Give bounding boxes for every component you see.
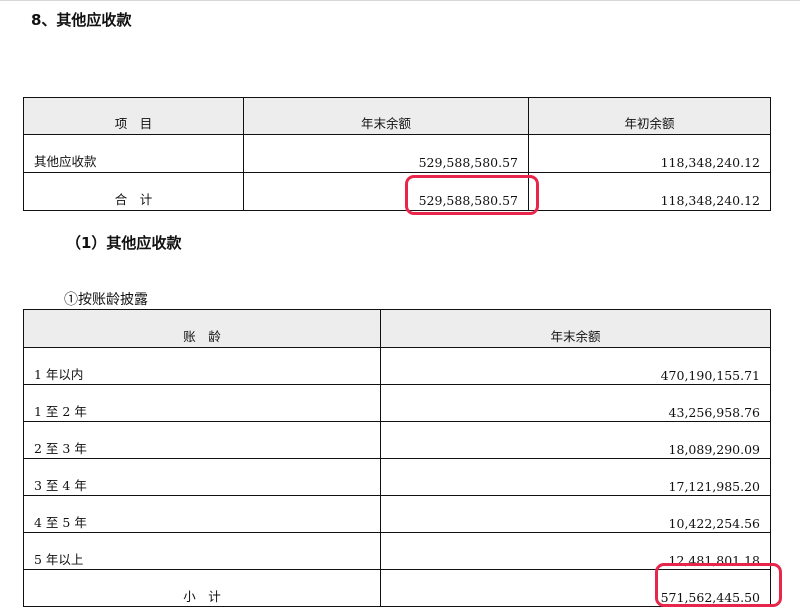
aging-caption: ①按账龄披露 bbox=[64, 292, 148, 308]
year-begin-value: 118,348,240.12 bbox=[528, 134, 771, 173]
subtotal-label: 小 计 bbox=[23, 569, 381, 607]
aging-value: 470,190,155.71 bbox=[380, 347, 771, 385]
section-title: 8、其他应收款 bbox=[31, 11, 132, 29]
aging-value: 43,256,958.76 bbox=[380, 384, 771, 422]
aging-label: 5 年以上 bbox=[23, 532, 381, 570]
subtotal-value: 571,562,445.50 bbox=[380, 569, 771, 607]
year-end-value: 529,588,580.57 bbox=[243, 134, 529, 173]
aging-label: 3 至 4 年 bbox=[23, 458, 381, 496]
aging-label: 1 年以内 bbox=[23, 347, 381, 385]
table-row: 5 年以上 12,481,801.18 bbox=[23, 532, 771, 570]
table-row: 1 年以内 470,190,155.71 bbox=[23, 347, 771, 385]
aging-value: 18,089,290.09 bbox=[380, 421, 771, 459]
aging-table: 账 龄 年末余额 1 年以内 470,190,155.71 1 至 2 年 43… bbox=[23, 309, 771, 607]
year-end-total-value: 529,588,580.57 bbox=[243, 172, 529, 211]
total-label: 合 计 bbox=[23, 172, 244, 211]
column-header-year-end-balance: 年末余额 bbox=[380, 309, 771, 348]
other-receivables-table: 项 目 年末余额 年初余额 其他应收款 529,588,580.57 118,3… bbox=[23, 97, 771, 211]
table-row: 4 至 5 年 10,422,254.56 bbox=[23, 495, 771, 533]
aging-value: 12,481,801.18 bbox=[380, 532, 771, 570]
table-row: 其他应收款 529,588,580.57 118,348,240.12 bbox=[23, 134, 771, 173]
total-row: 合 计 529,588,580.57 118,348,240.12 bbox=[23, 172, 771, 211]
top-border-line bbox=[0, 0, 800, 1]
aging-label: 4 至 5 年 bbox=[23, 495, 381, 533]
column-header-year-begin-balance: 年初余额 bbox=[528, 97, 771, 135]
column-header-item: 项 目 bbox=[23, 97, 244, 135]
table-row: 3 至 4 年 17,121,985.20 bbox=[23, 458, 771, 496]
row-label: 其他应收款 bbox=[23, 134, 244, 173]
aging-label: 1 至 2 年 bbox=[23, 384, 381, 422]
column-header-year-end-balance: 年末余额 bbox=[243, 97, 529, 135]
table-header-row: 项 目 年末余额 年初余额 bbox=[23, 97, 771, 135]
year-begin-total-value: 118,348,240.12 bbox=[528, 172, 771, 211]
subtotal-row: 小 计 571,562,445.50 bbox=[23, 569, 771, 607]
table-row: 2 至 3 年 18,089,290.09 bbox=[23, 421, 771, 459]
aging-value: 17,121,985.20 bbox=[380, 458, 771, 496]
aging-label: 2 至 3 年 bbox=[23, 421, 381, 459]
subsection-title: （1）其他应收款 bbox=[66, 234, 182, 252]
column-header-aging: 账 龄 bbox=[23, 309, 381, 348]
table-header-row: 账 龄 年末余额 bbox=[23, 309, 771, 348]
table-row: 1 至 2 年 43,256,958.76 bbox=[23, 384, 771, 422]
aging-value: 10,422,254.56 bbox=[380, 495, 771, 533]
